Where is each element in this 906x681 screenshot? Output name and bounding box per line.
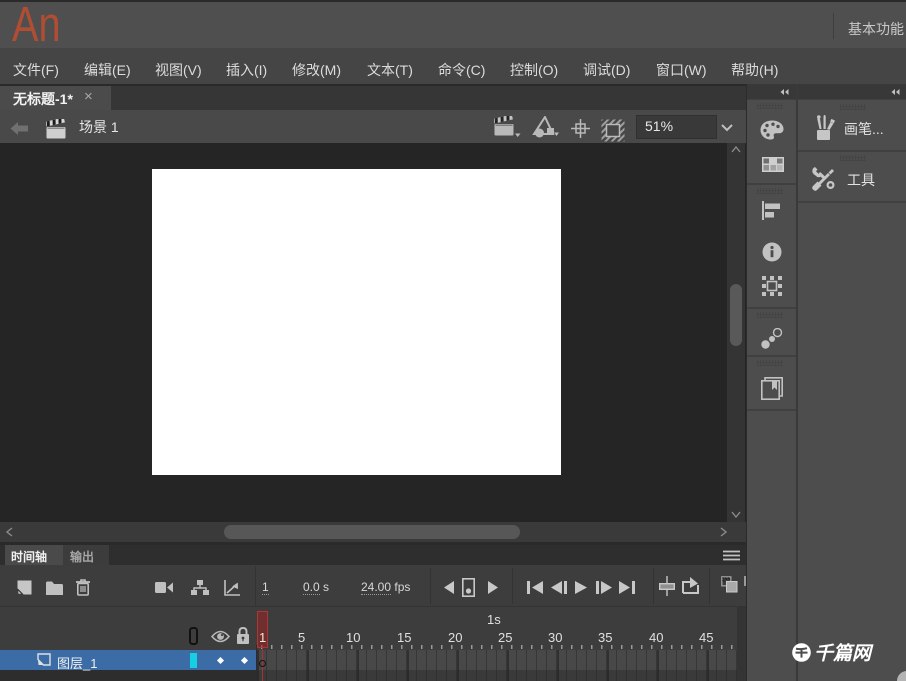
svg-text:千篇网: 千篇网	[814, 643, 874, 665]
